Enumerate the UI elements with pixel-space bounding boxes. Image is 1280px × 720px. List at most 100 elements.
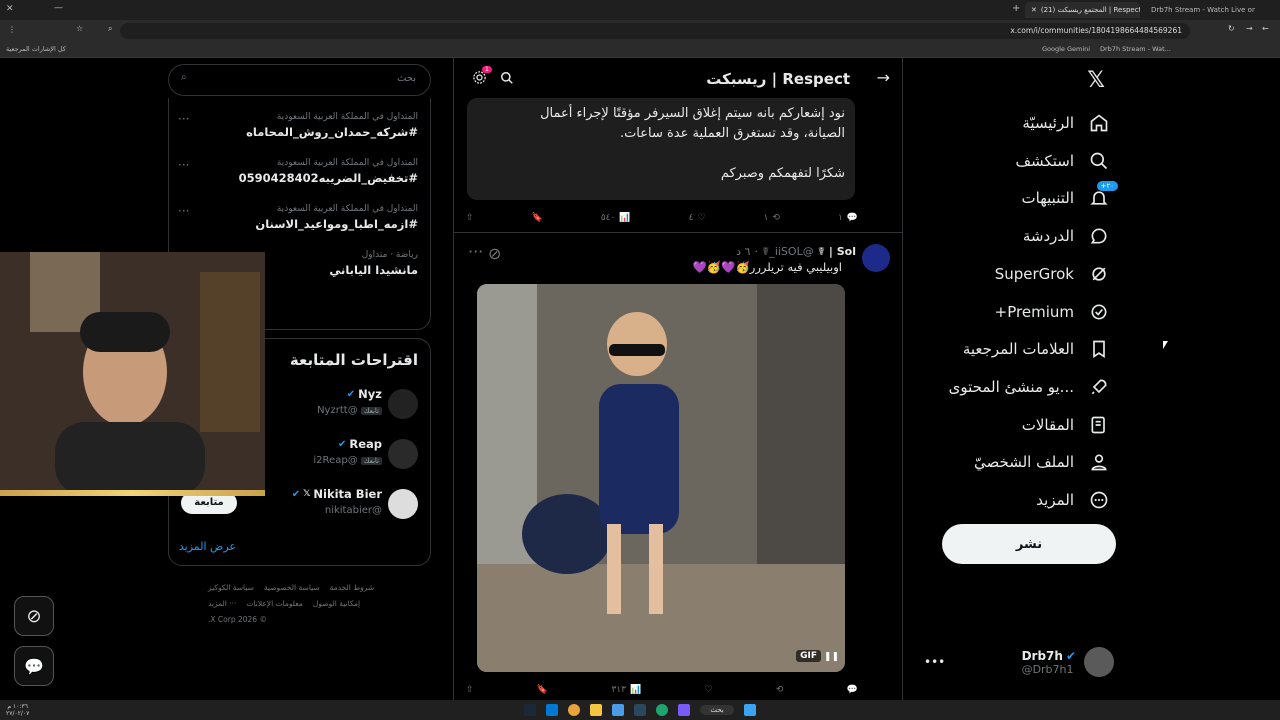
bookmark-button[interactable]: 🔖 (532, 210, 543, 226)
chrome-icon[interactable] (568, 704, 581, 716)
like-button[interactable]: ♡ ٤ (689, 210, 706, 226)
reply-icon: 💬 (846, 213, 858, 223)
search-input[interactable]: بحث ⌕ (168, 64, 431, 96)
post2-media[interactable]: GIF ❚❚ (477, 284, 845, 672)
more-dots-icon[interactable]: ··· (468, 242, 483, 261)
search-icon[interactable] (500, 70, 514, 89)
zoom-icon[interactable]: ⌕ (108, 24, 112, 34)
announcement-post[interactable]: نود إشعاركم بانه سيتم إغلاق السيرفر مؤقت… (467, 98, 855, 200)
nav-item-profile[interactable]: الملف الشخصيّ (974, 444, 1110, 480)
reply-button[interactable]: 💬 (847, 682, 858, 698)
show-more-link[interactable]: عرض المزيد (179, 540, 236, 553)
post-button[interactable]: نشر (942, 524, 1116, 564)
more-dots-icon[interactable]: ··· (178, 112, 189, 126)
grok-icon (1088, 263, 1110, 285)
nav-item-home[interactable]: الرئيسيّة (1022, 105, 1110, 141)
repost-button[interactable]: ⟲ (776, 682, 784, 698)
pause-icon[interactable]: ❚❚ (824, 652, 839, 662)
reply-icon: 💬 (846, 685, 858, 695)
new-tab-icon[interactable]: + (1012, 3, 1020, 14)
app-icon[interactable] (678, 704, 691, 716)
gif-badge: GIF (796, 650, 821, 662)
browser-tab-bar: ✕ — Drb7h Stream - Watch Live on ✕ (21) … (0, 0, 1280, 20)
trend-item[interactable]: المتداول في المملكة العربية السعودية #شر… (178, 112, 418, 139)
views-button[interactable]: 📊 ٥٤٠ (601, 210, 631, 226)
post2-avatar[interactable] (862, 244, 890, 272)
page-title: Respect | ريسبكت (706, 70, 850, 88)
post2-text: اوبيليبي فيه تريلررر🥳💜🥳💜 (692, 260, 842, 274)
nav-item-notifications[interactable]: ٢٠+ التنبيهات (1022, 180, 1118, 216)
close-tab-icon[interactable]: ✕ (1031, 6, 1037, 14)
nav-item-grok[interactable]: SuperGrok (995, 256, 1110, 292)
tab-drb7h-stream[interactable]: Drb7h Stream - Watch Live on (1145, 2, 1255, 18)
grok-icon: ⊘ (26, 605, 42, 627)
verified-icon (1088, 301, 1110, 323)
back-icon[interactable]: ← (1262, 24, 1269, 33)
folder-icon[interactable] (590, 704, 603, 716)
mouse-cursor (1163, 341, 1168, 349)
minimize-icon[interactable]: — (54, 3, 63, 13)
nav-item-creators[interactable]: ...يو منشئ المحتوى (949, 369, 1110, 405)
trend-item[interactable]: المتداول في المملكة العربية السعودية #از… (178, 204, 418, 231)
webcam-image (0, 252, 265, 496)
steam-icon[interactable] (634, 704, 647, 716)
share-button[interactable]: ⇧ (466, 210, 474, 226)
repost-icon: ⟲ (775, 685, 784, 695)
verified-badge-icon: ✔ (1065, 648, 1076, 663)
like-button[interactable]: ♡ (705, 682, 713, 698)
back-arrow-icon[interactable]: → (877, 68, 890, 87)
post2-author[interactable]: Sol | ☤ (818, 245, 856, 258)
grok-fab-button[interactable]: ⊘ (14, 596, 54, 636)
bookmark-all-bookmarks[interactable]: كل الإشارات المرجعية (6, 45, 66, 53)
messages-fab-button[interactable]: 💬 (14, 646, 54, 686)
edge-icon[interactable] (656, 704, 669, 716)
x-logo-icon[interactable]: 𝕏 (1087, 68, 1105, 93)
star-icon[interactable]: ☆ (76, 24, 83, 33)
account-switcher[interactable]: ✔ Drb7h @Drb7h1 ••• (924, 644, 1114, 680)
bookmark-drb7h[interactable]: Drb7h Stream - Wat... (1100, 45, 1171, 53)
nav-item-more[interactable]: المزيد (1036, 482, 1110, 518)
more-dots-icon[interactable]: ••• (924, 655, 945, 669)
reply-button[interactable]: 💬 ١ (838, 210, 858, 226)
store-icon[interactable] (612, 704, 625, 716)
app-icon[interactable] (524, 704, 537, 716)
nav-item-chat[interactable]: الدردشة (1023, 218, 1110, 254)
nav-item-premium[interactable]: Premium+ (995, 294, 1110, 330)
grok-icon[interactable]: ⊘ (488, 244, 501, 263)
app-icon[interactable] (546, 704, 559, 716)
views-button[interactable]: 📊 ٣١٣ (611, 682, 641, 698)
article-icon (1088, 414, 1110, 436)
windows-start-icon[interactable] (743, 704, 756, 716)
avatar (388, 489, 418, 519)
bookmark-button[interactable]: 🔖 (537, 682, 548, 698)
home-icon (1088, 112, 1110, 134)
views-icon: 📊 (629, 685, 642, 695)
verified-badge-icon: ✔ (291, 488, 301, 500)
more-dots-icon[interactable]: ··· (178, 204, 189, 218)
nav-item-bookmarks[interactable]: العلامات المرجعية (963, 331, 1110, 367)
chat-icon: 💬 (24, 656, 44, 676)
post2-handle: @iiSOL_☤ (761, 244, 814, 258)
share-button[interactable]: ⇧ (466, 682, 474, 698)
menu-dots-icon[interactable]: ⋮ (8, 25, 16, 34)
trend-item[interactable]: المتداول في المملكة العربية السعودية #تخ… (178, 158, 418, 185)
nav-item-articles[interactable]: المقالات (1022, 407, 1110, 443)
person-icon (1088, 451, 1110, 473)
more-dots-icon[interactable]: ··· (178, 158, 189, 172)
page-viewport: 𝕏 الرئيسيّة استكشف ٢٠+ التنبيهات الدردشة… (0, 58, 1280, 700)
taskbar-search[interactable]: بحث (700, 705, 734, 715)
bookmark-gemini[interactable]: Google Gemini (1042, 45, 1090, 53)
heart-icon: ♡ (697, 213, 706, 223)
refresh-icon[interactable]: ↻ (1228, 24, 1235, 33)
share-icon: ⇧ (466, 685, 474, 695)
follows-you-badge: تابعك (360, 407, 382, 415)
repost-button[interactable]: ⟲ ١ (764, 210, 780, 226)
timeline-header: → Respect | ريسبكت 1 (454, 58, 902, 102)
repost-icon: ⟲ (772, 213, 780, 223)
nav-item-explore[interactable]: استكشف (1016, 143, 1110, 179)
tab-respect-community[interactable]: ✕ (21) المجتمع ريسبكت | Respect / X 𝕏 (1025, 2, 1140, 18)
chat-icon (1088, 225, 1110, 247)
url-field[interactable]: x.com/i/communities/1804198664484569261 (120, 23, 1190, 39)
forward-icon[interactable]: → (1246, 24, 1253, 33)
close-window-icon[interactable]: ✕ (6, 4, 14, 14)
